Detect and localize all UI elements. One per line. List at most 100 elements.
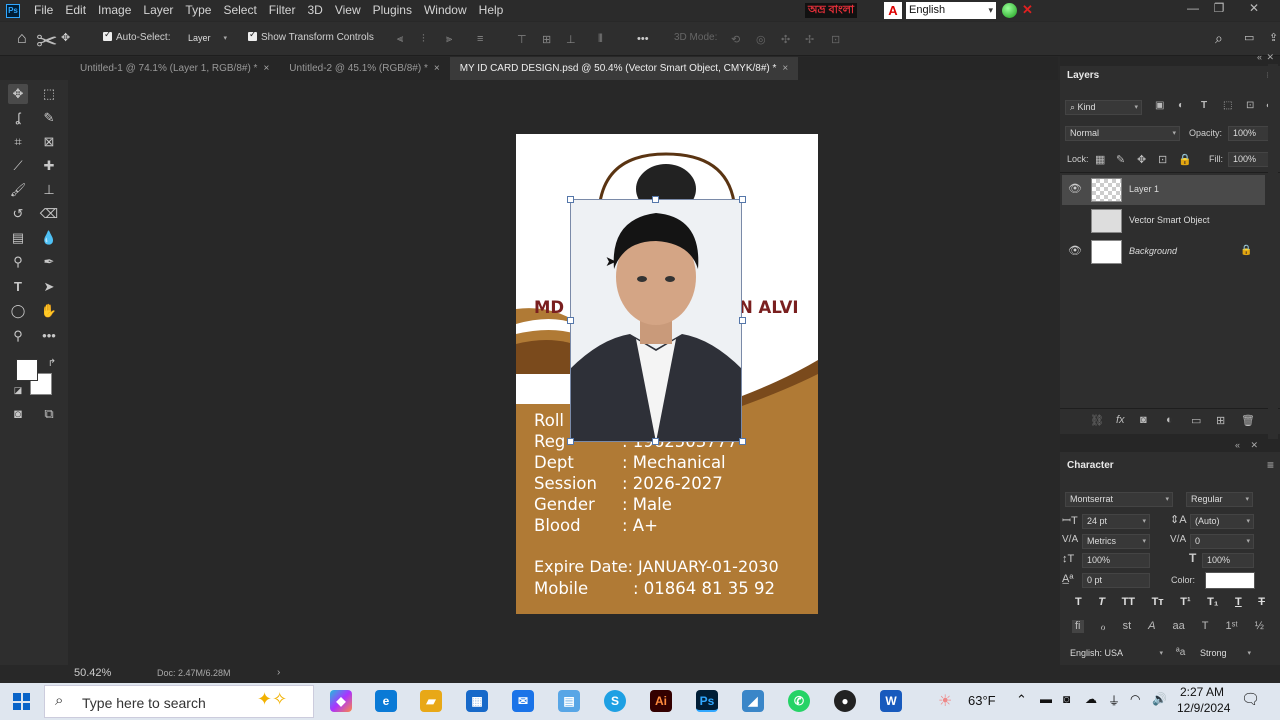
illustrator-icon[interactable]: Ai	[650, 690, 672, 712]
tray-chevron-icon[interactable]: ⌃	[1016, 692, 1027, 708]
quick-mask-icon[interactable]: ◙	[8, 404, 28, 424]
close-tab-icon[interactable]: ×	[782, 63, 788, 74]
layer-name[interactable]: Layer 1	[1129, 184, 1159, 194]
align-left-icon[interactable]: ⫷	[397, 33, 403, 46]
menu-edit[interactable]: Edit	[59, 0, 92, 21]
brush-tool-icon[interactable]: 🖌	[8, 180, 28, 200]
ordinals-button[interactable]: 1ˢᵗ	[1225, 620, 1237, 633]
character-panel-title[interactable]: Character	[1067, 460, 1114, 471]
layer-name[interactable]: Vector Smart Object	[1129, 215, 1210, 225]
weather-temp[interactable]: 63°F	[968, 693, 996, 708]
small-caps-button[interactable]: Tт	[1152, 596, 1164, 608]
add-mask-icon[interactable]: ◙	[1140, 414, 1147, 426]
dodge-tool-icon[interactable]: ⚲	[8, 252, 28, 272]
word-icon[interactable]: W	[880, 690, 902, 712]
font-size-field[interactable]: 24 pt ▾	[1082, 514, 1150, 529]
marquee-tool-icon[interactable]: ⬚	[39, 84, 59, 104]
menu-filter[interactable]: Filter	[263, 0, 302, 21]
screen-mode-icon[interactable]: ⧉	[39, 404, 59, 424]
baseline-shift-field[interactable]: 0 pt	[1082, 573, 1150, 588]
eyedropper-tool-icon[interactable]: ⟋	[8, 156, 28, 176]
filter-smart-icon[interactable]: ⊡	[1246, 100, 1254, 111]
font-style-select[interactable]: Regular ▾	[1186, 492, 1253, 507]
app-icon-2[interactable]: ◢	[742, 690, 764, 712]
zoom-level[interactable]: 50.42%	[74, 667, 111, 679]
discretionary-ligatures-button[interactable]: st	[1123, 620, 1132, 633]
layer-row-background[interactable]: 👁 Background 🔒	[1062, 237, 1265, 267]
transform-handle-br[interactable]	[739, 438, 746, 445]
menu-layer[interactable]: Layer	[137, 0, 179, 21]
auto-select-checkbox[interactable]: Auto-Select:	[103, 29, 170, 43]
pen-tool-icon[interactable]: ✒	[39, 252, 59, 272]
language-select[interactable]: English ▾	[906, 2, 996, 19]
menu-image[interactable]: Image	[92, 0, 137, 21]
transform-handle-ml[interactable]	[567, 317, 574, 324]
lock-pixels-icon[interactable]: ✎	[1116, 153, 1125, 166]
new-layer-icon[interactable]: ⊞	[1216, 414, 1225, 427]
ligatures-button[interactable]: fi	[1072, 620, 1084, 633]
bangla-keyboard-logo[interactable]: অভ্র বাংলা	[805, 3, 858, 18]
close-tab-icon[interactable]: ×	[263, 63, 269, 74]
close-panel-icon[interactable]: ✕	[1266, 52, 1274, 63]
panel-menu-icon[interactable]: ≡	[1267, 458, 1274, 472]
tab-id-card-design[interactable]: MY ID CARD DESIGN.psd @ 50.4% (Vector Sm…	[449, 57, 799, 80]
menu-view[interactable]: View	[329, 0, 367, 21]
align-right-icon[interactable]: ⫸	[446, 33, 452, 46]
store-icon[interactable]: ▦	[466, 690, 488, 712]
layer-name[interactable]: Background	[1129, 246, 1177, 256]
vertical-scale-field[interactable]: 100%	[1082, 553, 1150, 568]
mail-icon[interactable]: ✉	[512, 690, 534, 712]
edge-icon[interactable]: e	[375, 690, 397, 712]
default-colors-icon[interactable]: ◪	[8, 380, 28, 400]
menu-3d[interactable]: 3D	[301, 0, 328, 21]
app-icon[interactable]: ▤	[558, 690, 580, 712]
tray-camera-icon[interactable]: ◙	[1063, 692, 1070, 706]
underline-button[interactable]: T	[1235, 596, 1242, 608]
close-panel-icon[interactable]: ✕	[1250, 440, 1258, 451]
hand-tool-icon[interactable]: ✋	[39, 301, 59, 321]
blur-tool-icon[interactable]: 💧	[39, 228, 59, 248]
3d-slide-icon[interactable]: ✢	[805, 33, 814, 46]
green-status-icon[interactable]	[1002, 3, 1017, 18]
visibility-hidden-icon[interactable]: □	[1068, 213, 1075, 225]
opacity-field[interactable]: 100%	[1228, 126, 1270, 141]
3d-pan-icon[interactable]: ✣	[781, 33, 790, 46]
move-tool-icon[interactable]: ✥	[61, 31, 70, 44]
tab-untitled-1[interactable]: Untitled-1 @ 74.1% (Layer 1, RGB/8#) * ×	[70, 57, 279, 80]
align-center-icon[interactable]: ⫶	[422, 33, 425, 46]
crop-tool-icon[interactable]: ⌗	[8, 132, 28, 152]
move-tool-icon[interactable]: ✥	[8, 84, 28, 104]
fractions-button[interactable]: ½	[1255, 620, 1264, 633]
strikethrough-button[interactable]: T	[1258, 596, 1265, 608]
layer-row-vector-smart-object[interactable]: □ Vector Smart Object	[1062, 206, 1265, 236]
close-button[interactable]: ✕	[1241, 1, 1267, 15]
windows-start-icon[interactable]	[13, 693, 30, 710]
copilot-icon[interactable]: ◆	[330, 690, 352, 712]
tab-untitled-2[interactable]: Untitled-2 @ 45.1% (RGB/8#) * ×	[279, 57, 449, 80]
kerning-select[interactable]: Metrics ▾	[1082, 534, 1150, 549]
layer-row-layer-1[interactable]: 👁 Layer 1	[1062, 175, 1265, 205]
ellipse-tool-icon[interactable]: ◯	[8, 301, 28, 321]
menu-select[interactable]: Select	[217, 0, 262, 21]
text-color-swatch[interactable]	[1205, 572, 1255, 589]
menu-window[interactable]: Window	[418, 0, 473, 21]
transform-handle-mr[interactable]	[739, 317, 746, 324]
more-tools-icon[interactable]: •••	[39, 326, 59, 346]
keyboard-lang-icon[interactable]: A	[884, 2, 902, 19]
transform-handle-tl[interactable]	[567, 196, 574, 203]
eraser-tool-icon[interactable]: ⌫	[39, 204, 59, 224]
menu-help[interactable]: Help	[473, 0, 510, 21]
visibility-eye-icon[interactable]: 👁	[1068, 182, 1082, 195]
blend-mode-select[interactable]: Normal ▾	[1065, 126, 1180, 141]
3d-roll-icon[interactable]: ◎	[756, 33, 766, 46]
titling-alternates-button[interactable]: T	[1202, 620, 1209, 633]
workspace-icon[interactable]: ▭	[1244, 31, 1254, 44]
stylistic-alternates-button[interactable]: aa	[1173, 620, 1185, 633]
lock-transparent-icon[interactable]: ▦	[1095, 153, 1105, 166]
subscript-button[interactable]: T₁	[1207, 596, 1218, 608]
3d-orbit-icon[interactable]: ⟲	[731, 33, 740, 46]
transform-handle-bl[interactable]	[567, 438, 574, 445]
photoshop-taskbar-icon[interactable]: Ps	[696, 690, 718, 712]
leading-field[interactable]: (Auto) ▾	[1190, 514, 1254, 529]
filter-pixel-icon[interactable]: ▣	[1155, 100, 1164, 111]
